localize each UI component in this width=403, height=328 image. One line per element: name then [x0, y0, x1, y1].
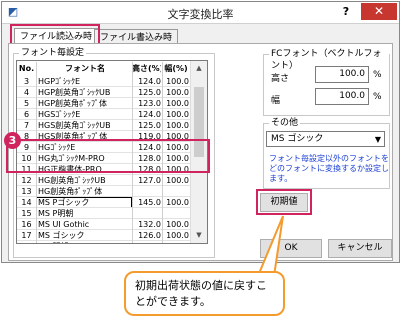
col-font-name: フォント名 — [65, 64, 105, 73]
list-header: No. フォント名 高さ(%) 幅(%) — [17, 63, 191, 74]
callout-text: 初期出荷状態の値に戻すことができます。 — [135, 279, 267, 308]
scroll-down-icon[interactable]: ▼ — [191, 228, 207, 243]
grid-line — [132, 62, 133, 243]
dialog-window: ◩ 文字変換比率 ? ✕ ファイル読込み時 ファイル書込み時 フォント毎設定 N… — [1, 1, 400, 263]
fc-height-unit: % — [373, 70, 382, 80]
font-list[interactable]: No. フォント名 高さ(%) 幅(%) 3 HGPｺﾞｼｯｸE 124.0 100.… — [16, 60, 208, 244]
grid-line — [162, 62, 163, 243]
grid-line — [36, 62, 37, 243]
font-select[interactable]: MS ゴシック ▼ — [266, 131, 385, 147]
fc-width-input[interactable]: 100.0 — [315, 88, 369, 105]
title-bar[interactable]: ◩ 文字変換比率 ? ✕ — [2, 2, 399, 24]
fc-font-group: FCフォント（ベクトルフォント） — [263, 48, 390, 116]
fc-width-unit: % — [373, 92, 382, 102]
font-select-value: MS ゴシック — [271, 134, 324, 144]
scroll-thumb[interactable] — [194, 87, 204, 157]
fc-width-label: 幅 — [271, 96, 281, 106]
col-no: No. — [18, 64, 35, 73]
tab-panel: フォント毎設定 No. フォント名 高さ(%) 幅(%) 3 HGPｺﾞｼｯｸE 1… — [8, 43, 393, 261]
col-width: 幅(%) — [164, 64, 188, 73]
table-row[interactable]: 18MS 明朝141.0100.0 — [17, 241, 191, 243]
other-note: フォント毎設定以外のフォントをどのフォントに変換するか設定します。 — [269, 154, 389, 183]
other-label: その他 — [269, 117, 301, 129]
row-width: 100.0 — [163, 241, 189, 243]
col-height: 高さ(%) — [132, 64, 161, 73]
callout-box: 初期出荷状態の値に戻すことができます。 — [124, 271, 285, 316]
ok-button[interactable]: OK — [260, 239, 322, 258]
fc-height-input[interactable]: 100.0 — [315, 66, 369, 83]
scroll-up-icon[interactable]: ▲ — [191, 61, 207, 76]
reset-button[interactable]: 初期値 — [260, 193, 308, 212]
row-height: 141.0 — [132, 241, 161, 243]
row-font-name: MS 明朝 — [38, 241, 132, 243]
row-no: 18 — [18, 241, 35, 243]
step-badge: 3 — [4, 132, 21, 149]
font-settings-label: フォント毎設定 — [19, 47, 87, 59]
chevron-down-icon[interactable]: ▼ — [375, 133, 381, 146]
close-button[interactable]: ✕ — [361, 3, 397, 20]
list-scrollbar[interactable]: ▲ ▼ — [190, 61, 207, 243]
fc-height-label: 高さ — [271, 74, 290, 84]
cancel-button[interactable]: キャンセル — [328, 239, 392, 258]
help-button[interactable]: ? — [335, 4, 357, 20]
